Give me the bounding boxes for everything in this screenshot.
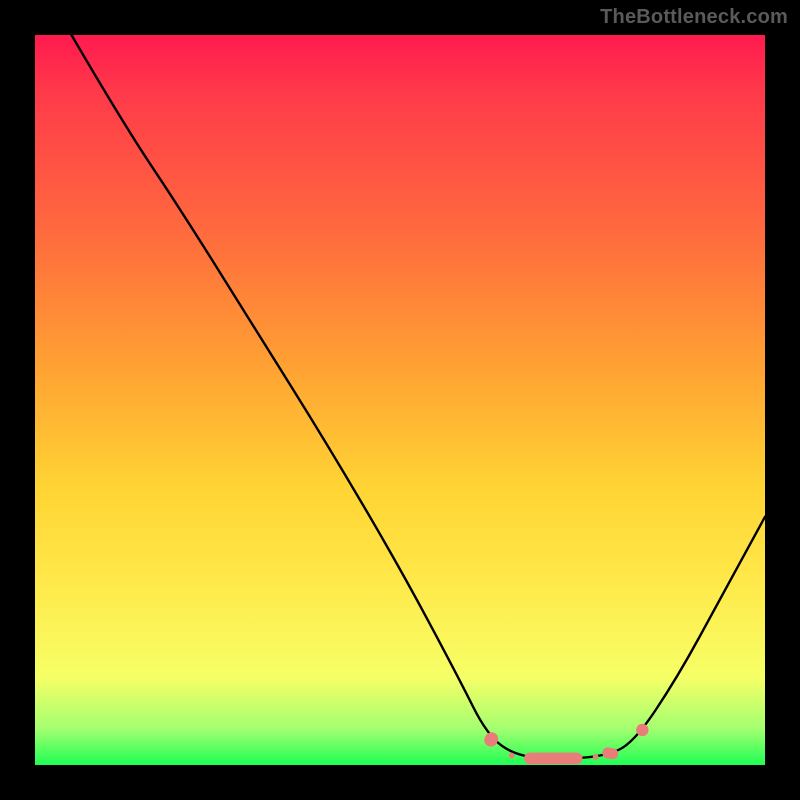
chart-container: TheBottleneck.com (0, 0, 800, 800)
bottleneck-curve (72, 35, 766, 758)
valley-marker-start (482, 730, 501, 749)
valley-marker-dash-1 (509, 753, 515, 759)
curve-group (72, 35, 766, 758)
valley-marker-dash-3 (601, 747, 619, 761)
valley-marker-dash-2 (593, 754, 599, 760)
valley-marker-main (524, 753, 582, 765)
valley-marker-end (636, 724, 648, 736)
chart-overlay-svg (35, 35, 765, 765)
marker-group (482, 724, 649, 765)
plot-area (35, 35, 765, 765)
attribution-label: TheBottleneck.com (600, 6, 788, 29)
